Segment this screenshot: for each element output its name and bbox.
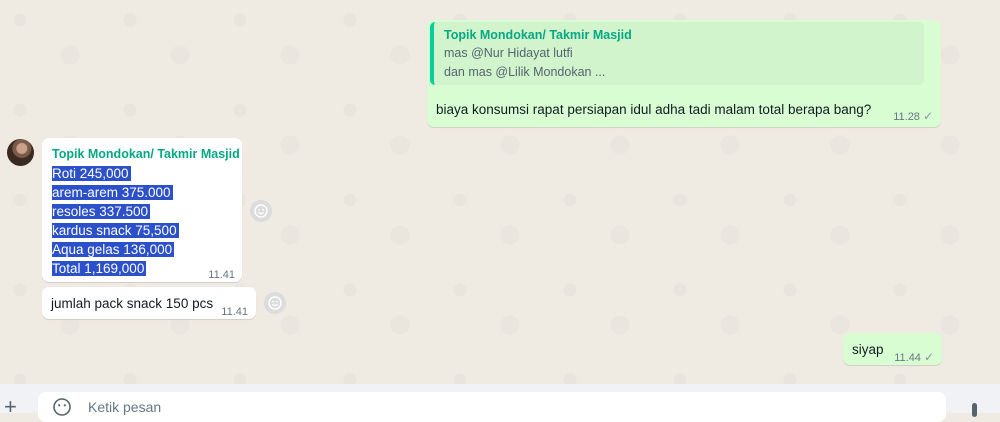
- emoji-icon[interactable]: [52, 397, 72, 417]
- single-check-icon: ✓: [922, 109, 933, 123]
- message-input[interactable]: Ketik pesan: [38, 392, 946, 422]
- outgoing-message[interactable]: siyap 11.44 ✓: [843, 333, 942, 365]
- message-text: biaya konsumsi rapat persiapan idul adha…: [436, 102, 872, 117]
- microphone-icon[interactable]: [972, 403, 977, 417]
- quoted-author: Topik Mondokan/ Takmir Masjid: [444, 28, 632, 42]
- message-line: kardus snack 75,500: [52, 223, 179, 238]
- outgoing-message-quoted[interactable]: Topik Mondokan/ Takmir Masjid mas @Nur H…: [427, 20, 941, 127]
- incoming-message[interactable]: jumlah pack snack 150 pcs 11.41: [42, 287, 256, 319]
- message-time: 11.41: [208, 269, 235, 281]
- smiley-icon: [254, 204, 268, 218]
- message-composer: + Ketik pesan: [0, 384, 1000, 422]
- plus-icon[interactable]: +: [4, 396, 17, 418]
- sender-avatar[interactable]: [7, 139, 34, 166]
- quoted-message[interactable]: Topik Mondokan/ Takmir Masjid mas @Nur H…: [430, 22, 924, 85]
- quoted-line: dan mas @Lilik Mondokan ...: [444, 65, 606, 79]
- react-emoji-button[interactable]: [264, 292, 286, 314]
- sender-name: Topik Mondokan/ Takmir Masjid: [52, 147, 240, 161]
- message-text: siyap: [852, 342, 884, 357]
- message-line: Roti 245,000: [52, 166, 131, 181]
- quoted-line: mas @Nur Hidayat lutfi: [444, 46, 573, 60]
- smiley-icon: [268, 296, 282, 310]
- message-time: 11.41: [221, 306, 248, 318]
- react-emoji-button[interactable]: [250, 200, 272, 222]
- message-line: arem-arem 375.000: [52, 185, 173, 200]
- message-time: 11.28: [893, 111, 920, 123]
- message-time: 11.44: [894, 352, 921, 364]
- incoming-message[interactable]: Topik Mondokan/ Takmir Masjid Roti 245,0…: [42, 138, 242, 282]
- message-line: Total 1,169,000: [52, 261, 147, 276]
- message-line: resoles 337.500: [52, 204, 151, 219]
- single-check-icon: ✓: [923, 350, 934, 364]
- message-line: Aqua gelas 136,000: [52, 242, 175, 257]
- message-text: jumlah pack snack 150 pcs: [51, 296, 214, 311]
